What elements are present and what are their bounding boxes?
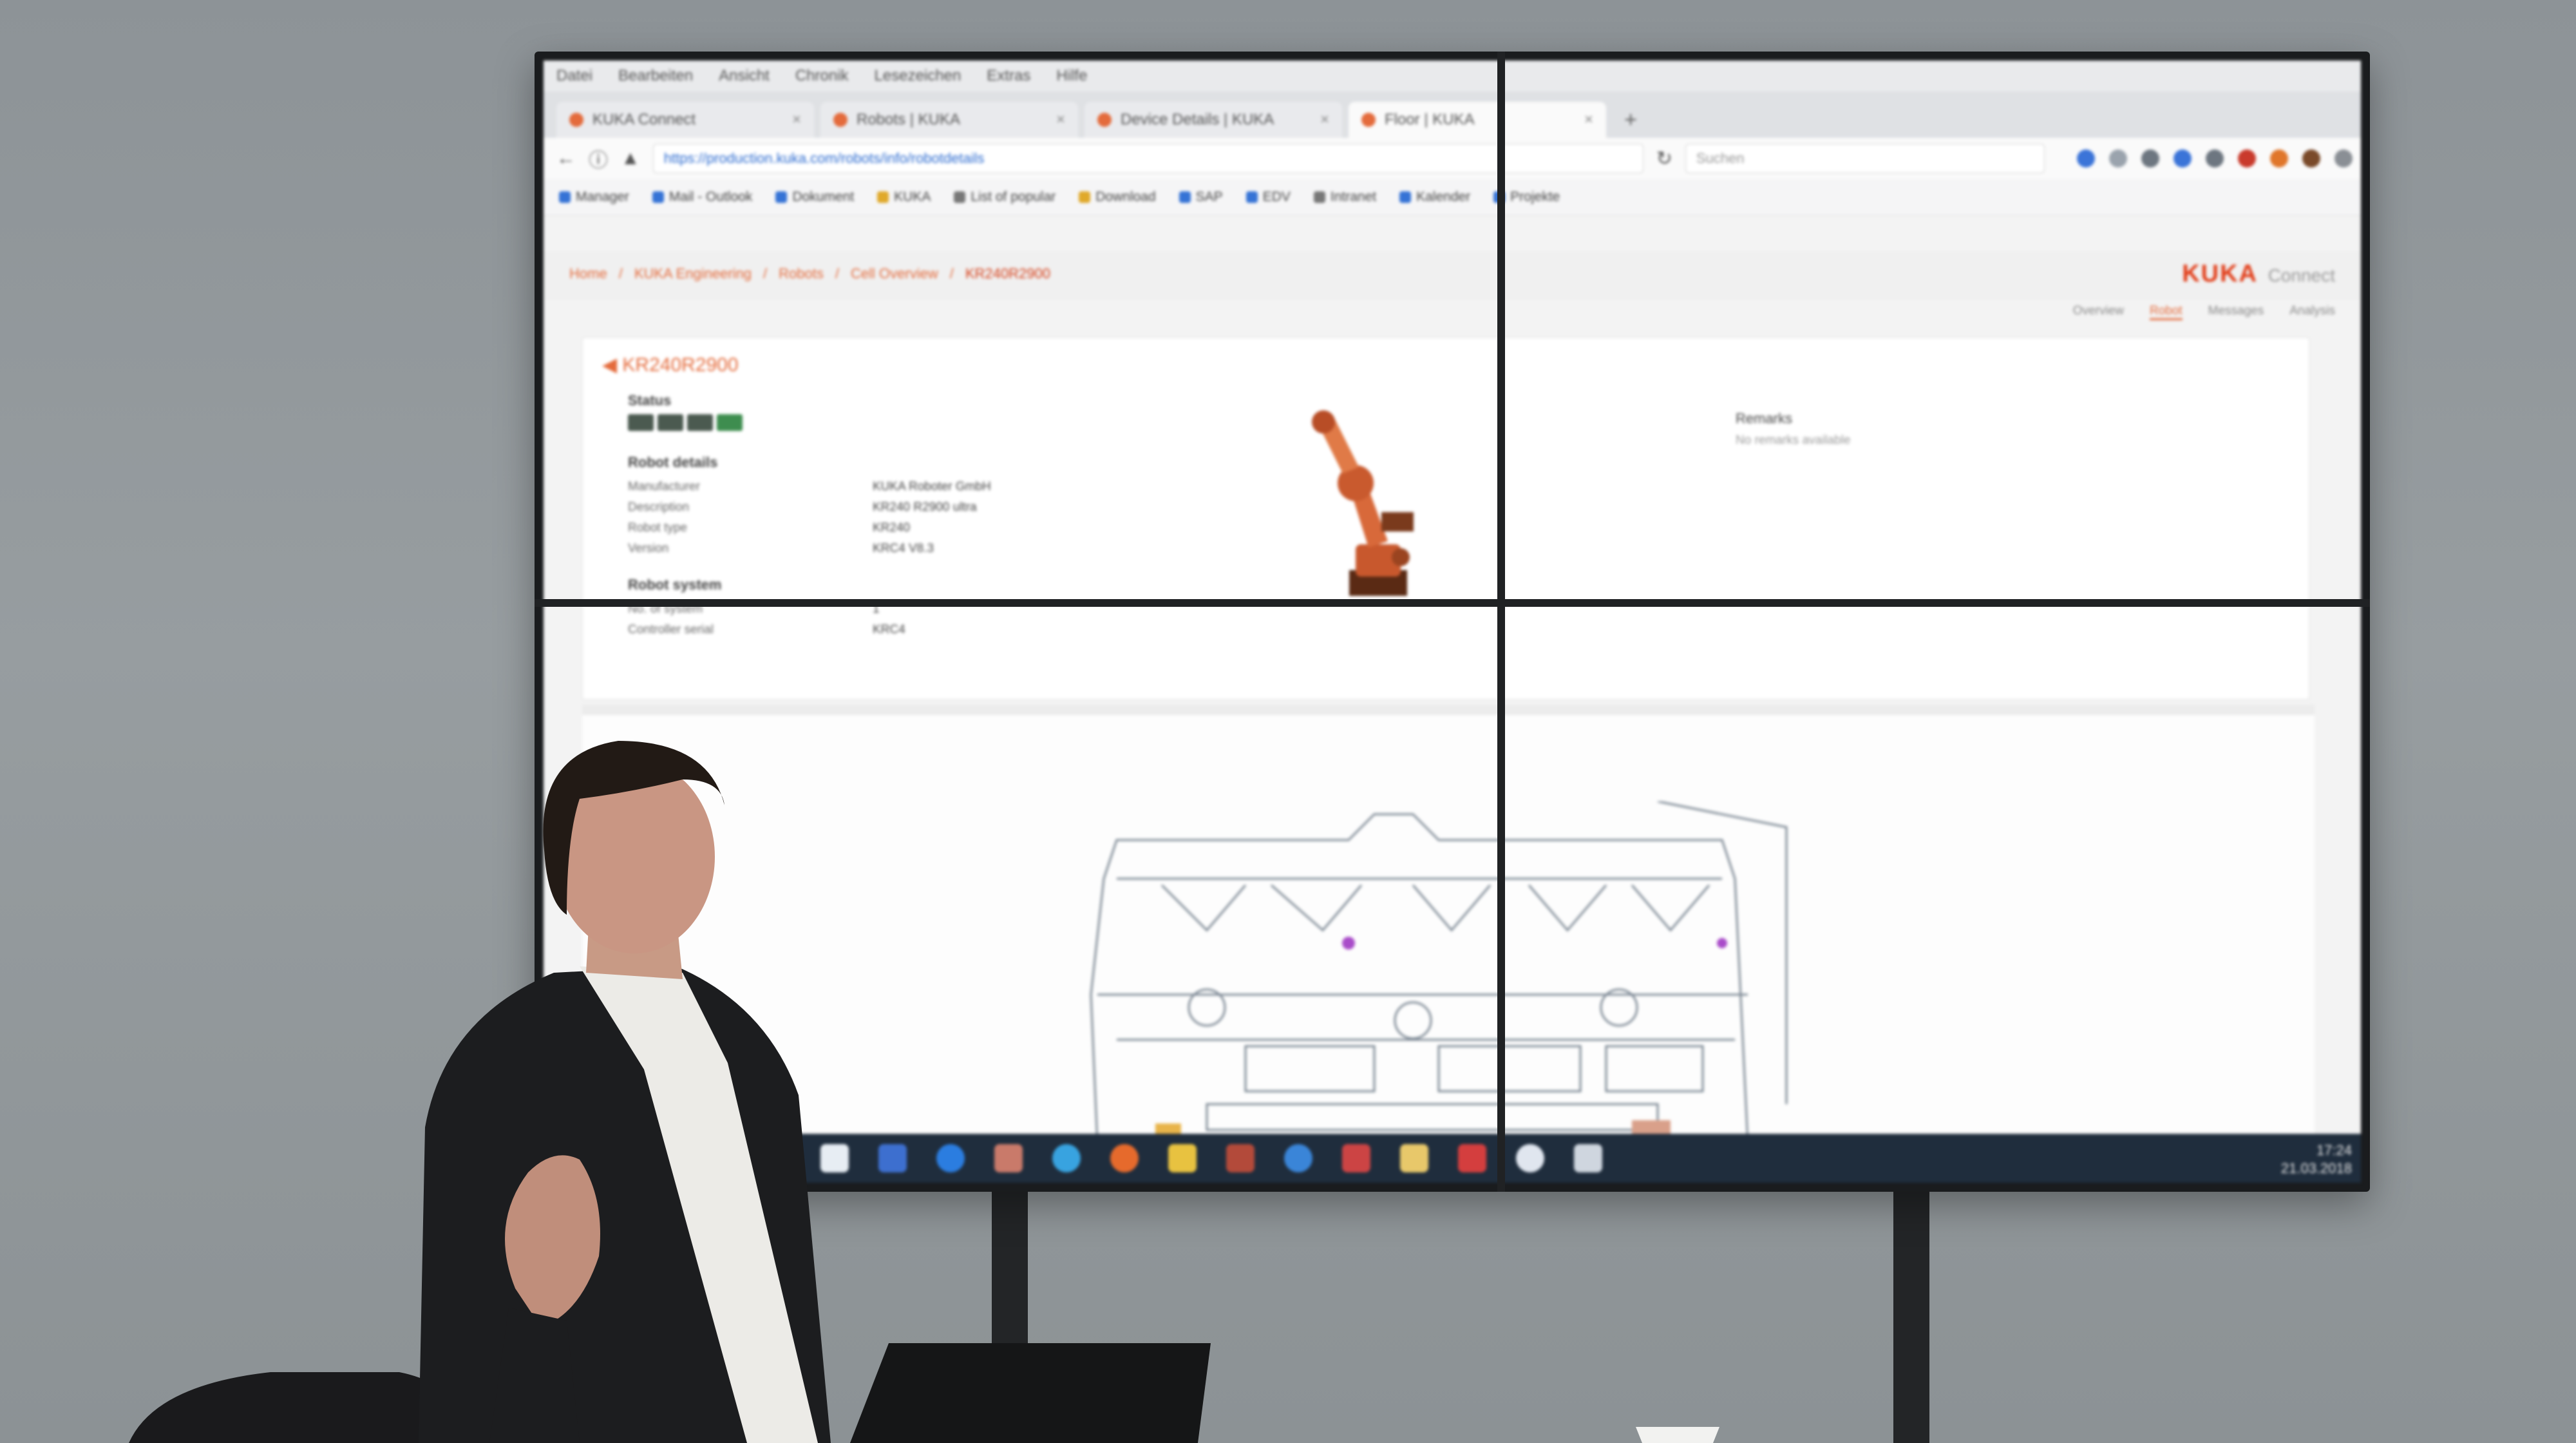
presenter-foreground	[129, 741, 1719, 1443]
laptop	[850, 1343, 1211, 1443]
wall-bezel-vertical	[1497, 52, 1505, 1192]
photo-scene: Datei Bearbeiten Ansicht Chronik Lesezei…	[0, 0, 2576, 1443]
wall-bezel-horizontal	[535, 599, 2370, 607]
cup	[1636, 1427, 1719, 1443]
